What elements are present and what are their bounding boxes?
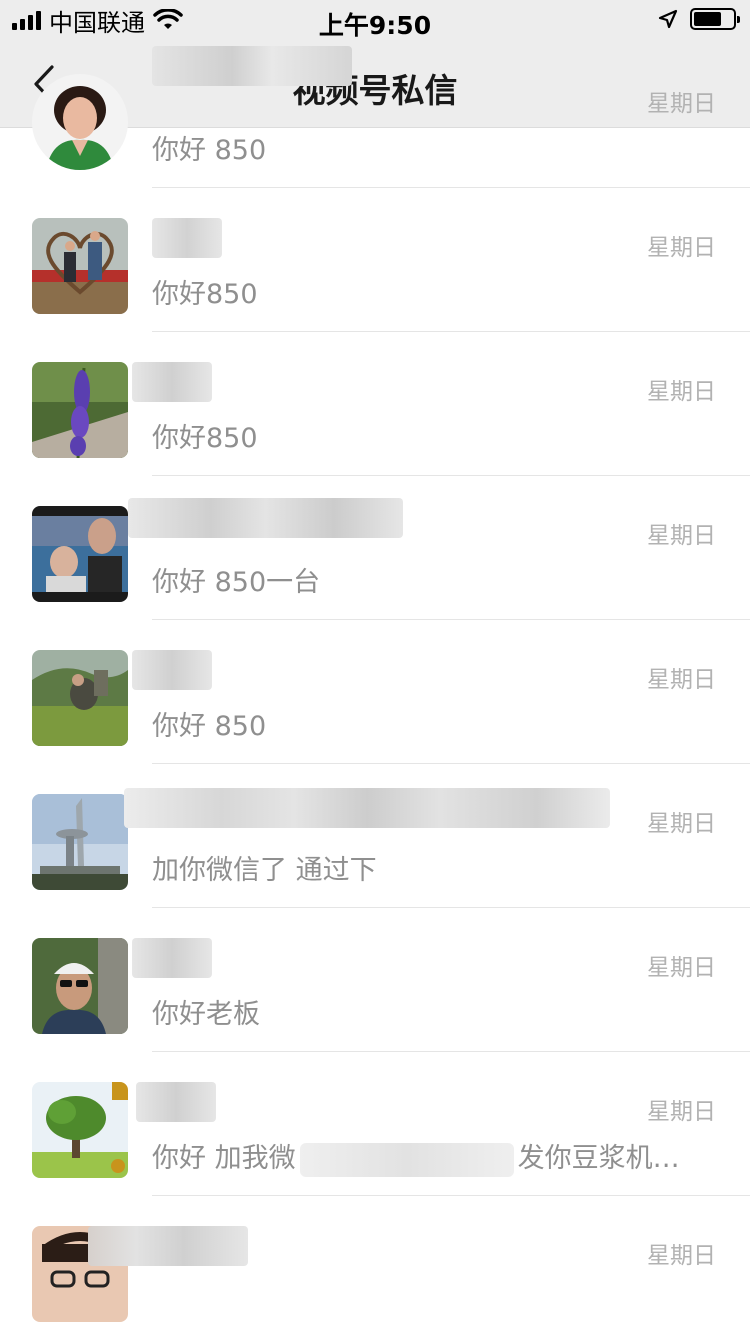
conversation-row[interactable]: 星期日 你好 850 xyxy=(0,620,750,764)
message-preview: 你好 加我微 发你豆浆机… xyxy=(152,1136,680,1177)
battery-fill xyxy=(694,12,721,26)
avatar xyxy=(32,74,128,170)
timestamp: 星期日 xyxy=(647,1243,716,1269)
contact-name-blurred xyxy=(132,362,212,402)
contact-name-blurred xyxy=(124,788,610,828)
message-preview-start: 你好 加我微 xyxy=(152,1143,296,1174)
message-preview: 你好老板 xyxy=(152,999,260,1030)
status-right xyxy=(658,8,740,30)
contact-name-blurred xyxy=(132,938,212,978)
timestamp: 星期日 xyxy=(647,1099,716,1125)
avatar xyxy=(32,362,128,458)
conversation-row[interactable]: 星期日 你好老板 xyxy=(0,908,750,1052)
status-bar: 中国联通 上午9:50 xyxy=(0,0,750,40)
contact-name-blurred xyxy=(152,46,352,86)
contact-name-blurred xyxy=(128,498,403,538)
conversation-list: 星期日 你好 850 星期日 你好850 星期日 你好850 星期日 你好 85… xyxy=(0,46,750,1334)
conversation-row[interactable]: 星期日 加你微信了 通过下 xyxy=(0,764,750,908)
message-preview-end: 发你豆浆机… xyxy=(517,1143,680,1174)
avatar xyxy=(32,218,128,314)
location-arrow-icon xyxy=(658,9,678,29)
timestamp: 星期日 xyxy=(647,955,716,981)
message-preview: 你好850 xyxy=(152,423,258,454)
blurred-segment xyxy=(299,1142,514,1177)
contact-name-blurred xyxy=(88,1226,248,1266)
timestamp: 星期日 xyxy=(647,91,716,117)
contact-name-blurred xyxy=(132,650,212,690)
avatar xyxy=(32,506,128,602)
contact-name-blurred xyxy=(152,218,222,258)
avatar xyxy=(32,938,128,1034)
status-time: 上午9:50 xyxy=(318,11,432,40)
timestamp: 星期日 xyxy=(647,235,716,261)
conversation-row[interactable]: 星期日 你好850 xyxy=(0,332,750,476)
conversation-row[interactable]: 星期日 xyxy=(0,1196,750,1334)
conversation-row[interactable]: 星期日 你好 加我微 发你豆浆机… xyxy=(0,1052,750,1196)
timestamp: 星期日 xyxy=(647,811,716,837)
timestamp: 星期日 xyxy=(647,667,716,693)
avatar xyxy=(32,794,128,890)
timestamp: 星期日 xyxy=(647,379,716,405)
avatar xyxy=(32,1082,128,1178)
message-preview: 你好850 xyxy=(152,279,258,310)
conversation-row[interactable]: 星期日 你好850 xyxy=(0,188,750,332)
timestamp: 星期日 xyxy=(647,523,716,549)
contact-name-blurred xyxy=(136,1082,216,1122)
battery-icon xyxy=(690,8,740,30)
conversation-row[interactable]: 星期日 你好 850 xyxy=(0,44,750,188)
message-preview: 你好 850 xyxy=(152,711,267,742)
conversation-row[interactable]: 星期日 你好 850一台 xyxy=(0,476,750,620)
message-preview: 你好 850 xyxy=(152,135,267,166)
avatar xyxy=(32,650,128,746)
message-preview: 你好 850一台 xyxy=(152,567,321,598)
message-preview: 加你微信了 通过下 xyxy=(152,855,377,886)
